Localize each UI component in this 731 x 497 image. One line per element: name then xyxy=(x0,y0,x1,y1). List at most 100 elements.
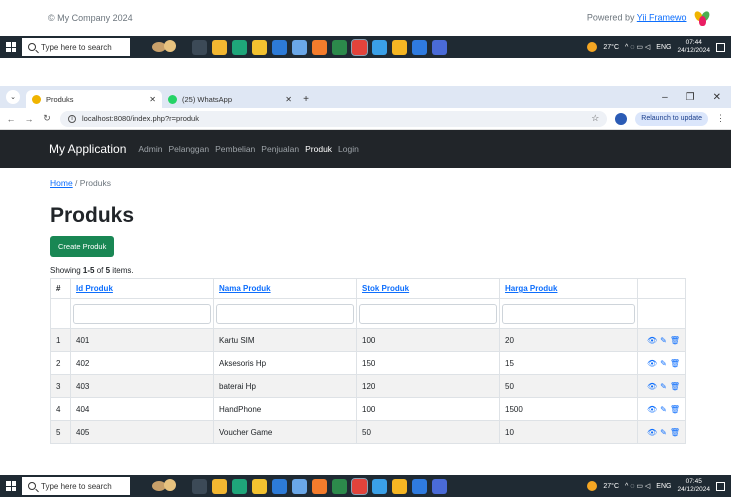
minimize-icon[interactable]: – xyxy=(662,92,668,103)
profile-avatar[interactable] xyxy=(615,112,628,125)
breadcrumb-home[interactable]: Home xyxy=(50,178,73,188)
edge-icon[interactable] xyxy=(232,478,247,494)
notification-icon[interactable] xyxy=(716,42,725,52)
app-icon[interactable] xyxy=(312,39,327,55)
url-field[interactable]: i localhost:8080/index.php?r=produk ☆ xyxy=(60,110,608,127)
clock[interactable]: 07:45 24/12/2024 xyxy=(677,478,710,494)
address-bar: ← → ↻ i localhost:8080/index.php?r=produ… xyxy=(0,108,731,130)
view-icon[interactable]: 👁 xyxy=(647,428,657,437)
whatsapp-icon xyxy=(168,94,177,104)
delete-icon[interactable]: 🗑 xyxy=(670,359,680,368)
clock[interactable]: 07:44 24/12/2024 xyxy=(677,39,710,55)
chrome-icon[interactable] xyxy=(351,38,368,56)
mail-icon[interactable] xyxy=(292,478,307,494)
weather-icon xyxy=(587,42,598,52)
app-icon[interactable] xyxy=(392,478,407,494)
filter-id-input[interactable] xyxy=(73,303,211,324)
taskbar-top: Type here to search 27°C ^ ◌ ▭ ◁ ENG 07:… xyxy=(0,36,731,58)
nav-admin[interactable]: Admin xyxy=(138,144,162,154)
reload-icon[interactable]: ↻ xyxy=(42,113,52,124)
notification-icon[interactable] xyxy=(716,481,725,491)
app-icon[interactable] xyxy=(432,39,447,55)
nav-produk[interactable]: Produk xyxy=(305,144,332,154)
search-icon xyxy=(28,482,36,490)
view-icon[interactable]: 👁 xyxy=(647,382,657,391)
edge-icon[interactable] xyxy=(232,39,247,55)
restore-icon[interactable]: ❐ xyxy=(686,92,695,103)
vscode-icon[interactable] xyxy=(412,39,427,55)
create-produk-button[interactable]: Create Produk xyxy=(50,236,115,257)
sort-id-link[interactable]: Id Produk xyxy=(76,284,113,293)
start-button[interactable] xyxy=(0,36,22,58)
tray-icons[interactable]: ^ ◌ ▭ ◁ xyxy=(625,43,650,51)
tab-produks[interactable]: Produks ✕ xyxy=(26,90,162,108)
filter-price-input[interactable] xyxy=(502,303,635,324)
delete-icon[interactable]: 🗑 xyxy=(670,428,680,437)
nav-pelanggan[interactable]: Pelanggan xyxy=(168,144,209,154)
brand[interactable]: My Application xyxy=(49,142,126,156)
app-icon[interactable] xyxy=(432,478,447,494)
close-window-icon[interactable]: ✕ xyxy=(713,92,721,103)
app-icon[interactable] xyxy=(312,478,327,494)
view-icon[interactable]: 👁 xyxy=(647,359,657,368)
store-icon[interactable] xyxy=(272,39,287,55)
col-index-header: # xyxy=(50,278,71,299)
tray-icons[interactable]: ^ ◌ ▭ ◁ xyxy=(625,482,650,490)
delete-icon[interactable]: 🗑 xyxy=(670,336,680,345)
table-row: 2 402 Aksesoris Hp 150 15 👁 ✎ 🗑 xyxy=(50,351,686,375)
task-view-icon[interactable] xyxy=(192,39,207,55)
new-tab-button[interactable]: + xyxy=(298,90,314,108)
chrome-icon[interactable] xyxy=(351,477,368,495)
edit-icon[interactable]: ✎ xyxy=(660,382,667,391)
nav-pembelian[interactable]: Pembelian xyxy=(215,144,255,154)
app-icon[interactable] xyxy=(332,478,347,494)
nav-login[interactable]: Login xyxy=(338,144,359,154)
task-view-icon[interactable] xyxy=(192,478,207,494)
mail-icon[interactable] xyxy=(292,39,307,55)
edit-icon[interactable]: ✎ xyxy=(660,428,667,437)
site-info-icon[interactable]: i xyxy=(68,114,76,123)
forward-icon[interactable]: → xyxy=(24,114,34,124)
menu-kebab-icon[interactable]: ⋮ xyxy=(716,113,725,124)
table-row: 4 404 HandPhone 100 1500 👁 ✎ 🗑 xyxy=(50,397,686,421)
edit-icon[interactable]: ✎ xyxy=(660,359,667,368)
filter-stock-input[interactable] xyxy=(359,303,497,324)
yii-framework-link[interactable]: Yii Framewo xyxy=(637,12,687,22)
edit-icon[interactable]: ✎ xyxy=(660,336,667,345)
delete-icon[interactable]: 🗑 xyxy=(670,405,680,414)
sort-name-link[interactable]: Nama Produk xyxy=(219,284,271,293)
file-explorer-icon[interactable] xyxy=(252,478,267,494)
sort-stock-link[interactable]: Stok Produk xyxy=(362,284,409,293)
store-icon[interactable] xyxy=(272,478,287,494)
vscode-icon[interactable] xyxy=(412,478,427,494)
taskbar-search[interactable]: Type here to search xyxy=(22,477,130,495)
start-button[interactable] xyxy=(0,475,22,497)
tab-whatsapp[interactable]: (25) WhatsApp ✕ xyxy=(162,90,298,108)
app-icon[interactable] xyxy=(392,39,407,55)
file-explorer-icon[interactable] xyxy=(252,39,267,55)
back-icon[interactable]: ← xyxy=(6,114,16,124)
delete-icon[interactable]: 🗑 xyxy=(670,382,680,391)
col-stock-header: Stok Produk xyxy=(356,278,500,299)
grid-summary: Showing 1-5 of 5 items. xyxy=(50,266,134,275)
app-icon[interactable] xyxy=(212,478,227,494)
app-icon[interactable] xyxy=(332,39,347,55)
filter-name-input[interactable] xyxy=(216,303,354,324)
edit-icon[interactable]: ✎ xyxy=(660,405,667,414)
view-icon[interactable]: 👁 xyxy=(647,336,657,345)
bookmark-star-icon[interactable]: ☆ xyxy=(591,113,599,124)
relaunch-button[interactable]: Relaunch to update xyxy=(635,111,708,126)
close-tab-icon[interactable]: ✕ xyxy=(285,95,292,104)
nav-penjualan[interactable]: Penjualan xyxy=(261,144,299,154)
yii-logo-icon xyxy=(692,9,712,26)
app-icon[interactable] xyxy=(372,39,387,55)
app-icon[interactable] xyxy=(212,39,227,55)
weather-icon xyxy=(587,481,598,491)
taskbar-search[interactable]: Type here to search xyxy=(22,38,130,56)
close-tab-icon[interactable]: ✕ xyxy=(149,95,156,104)
app-icon[interactable] xyxy=(372,478,387,494)
view-icon[interactable]: 👁 xyxy=(647,405,657,414)
sort-price-link[interactable]: Harga Produk xyxy=(505,284,557,293)
tab-search-icon[interactable]: ⌄ xyxy=(6,90,20,104)
main-content: Home / Produks Produks Create Produk Sho… xyxy=(0,168,731,444)
